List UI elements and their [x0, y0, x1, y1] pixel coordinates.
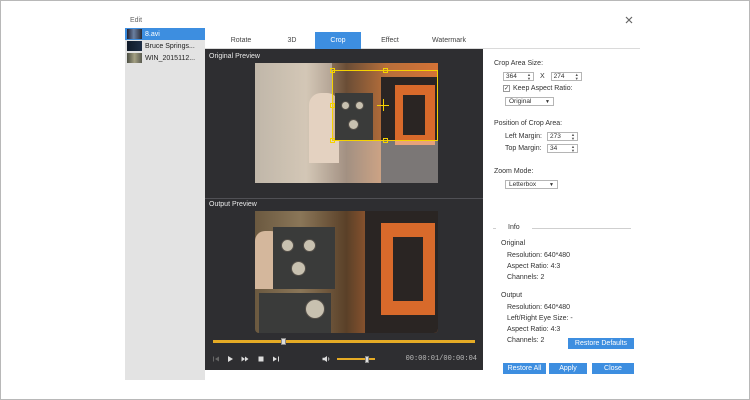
restore-all-button[interactable]: Restore All [503, 363, 546, 374]
stop-icon[interactable] [256, 354, 266, 364]
crop-height-stepper[interactable]: 274 ▲ ▼ [550, 72, 582, 81]
file-list: 8.avi Bruce Springs... WIN_2015112... [125, 28, 205, 380]
preview-panel: Original Preview Output Preview 00:00:01… [205, 49, 483, 370]
original-aspect: Aspect Ratio: 4:3 [507, 263, 561, 270]
edit-tabs: Rotate 3D Crop Effect Watermark [205, 32, 640, 49]
original-preview-label: Original Preview [209, 53, 260, 60]
volume-icon[interactable] [321, 354, 331, 364]
close-icon[interactable] [624, 15, 634, 25]
zoom-mode-label: Zoom Mode: [494, 168, 534, 175]
file-name: WIN_2015112... [145, 54, 196, 62]
output-info-heading: Output [501, 292, 523, 299]
info-heading: Info [496, 224, 532, 231]
tab-3d[interactable]: 3D [273, 32, 311, 49]
output-video [255, 211, 438, 333]
original-info-heading: Original [501, 240, 526, 247]
output-channels: Channels: 2 [507, 337, 545, 344]
original-resolution: Resolution: 640*480 [507, 252, 571, 259]
tab-watermark[interactable]: Watermark [419, 32, 479, 49]
file-name: 8.avi [145, 30, 160, 38]
original-channels: Channels: 2 [507, 274, 545, 281]
dialog-title: Edit [130, 17, 143, 24]
restore-defaults-button[interactable]: Restore Defaults [568, 338, 634, 349]
left-margin-label: Left Margin: [505, 133, 542, 140]
keep-aspect-label: Keep Aspect Ratio: [513, 85, 573, 92]
play-icon[interactable] [225, 354, 235, 364]
crop-handle[interactable] [330, 138, 335, 143]
timeline-bar[interactable] [213, 340, 475, 343]
keep-aspect-checkbox[interactable]: ✓ [503, 85, 510, 92]
output-resolution: Resolution: 640*480 [507, 304, 571, 311]
skip-back-icon[interactable] [211, 354, 221, 364]
chevron-down-icon: ▼ [549, 181, 554, 188]
left-margin-stepper[interactable]: 273 ▲ ▼ [547, 132, 578, 141]
file-thumbnail [127, 41, 142, 51]
file-name: Bruce Springs... [145, 42, 195, 50]
crop-width-stepper[interactable]: 364 ▲ ▼ [503, 72, 534, 81]
size-separator: X [540, 73, 545, 80]
aspect-ratio-select[interactable]: Original ▼ [505, 97, 554, 106]
spinner-arrows-icon[interactable]: ▲ ▼ [571, 144, 575, 153]
checkmark-icon: ✓ [504, 86, 510, 92]
spinner-arrows-icon[interactable]: ▲ ▼ [527, 72, 531, 81]
time-display: 00:00:01/00:00:04 [405, 355, 477, 363]
top-margin-stepper[interactable]: 34 ▲ ▼ [547, 144, 578, 153]
fast-forward-icon[interactable] [240, 354, 250, 364]
crop-handle[interactable] [383, 138, 388, 143]
crop-handle[interactable] [330, 103, 335, 108]
file-item[interactable]: Bruce Springs... [125, 40, 205, 52]
output-eye-size: Left/Right Eye Size: - [507, 315, 573, 322]
apply-button[interactable]: Apply [549, 363, 587, 374]
info-section: Info Original Resolution: 640*480 Aspect… [493, 224, 631, 348]
spinner-arrows-icon[interactable]: ▲ ▼ [571, 132, 575, 141]
tab-effect[interactable]: Effect [365, 32, 415, 49]
zoom-mode-select[interactable]: Letterbox ▼ [505, 180, 558, 189]
crop-settings: Crop Area Size: 364 ▲ ▼ X 274 ▲ ▼ ✓ Keep Asp… [493, 52, 633, 372]
original-video [255, 63, 438, 183]
crop-handle[interactable] [330, 68, 335, 73]
volume-handle[interactable] [365, 355, 370, 363]
output-aspect: Aspect Ratio: 4:3 [507, 326, 561, 333]
crop-handle[interactable] [383, 68, 388, 73]
position-label: Position of Crop Area: [494, 120, 563, 127]
chevron-down-icon: ▼ [545, 98, 550, 105]
output-preview-label: Output Preview [209, 201, 257, 208]
file-item[interactable]: 8.avi [125, 28, 205, 40]
tab-crop[interactable]: Crop [315, 32, 361, 49]
top-margin-label: Top Margin: [505, 145, 542, 152]
edit-dialog: Edit 8.avi Bruce Springs... WIN_2015112.… [125, 12, 640, 380]
file-thumbnail [127, 29, 142, 39]
tab-rotate[interactable]: Rotate [213, 32, 269, 49]
close-button[interactable]: Close [592, 363, 634, 374]
file-thumbnail [127, 53, 142, 63]
spinner-arrows-icon[interactable]: ▲ ▼ [575, 72, 579, 81]
preview-divider [205, 198, 483, 199]
timeline-handle[interactable] [281, 338, 287, 345]
crop-size-label: Crop Area Size: [494, 60, 544, 67]
crop-center-cross [383, 99, 384, 111]
skip-forward-icon[interactable] [271, 354, 281, 364]
file-item[interactable]: WIN_2015112... [125, 52, 205, 64]
